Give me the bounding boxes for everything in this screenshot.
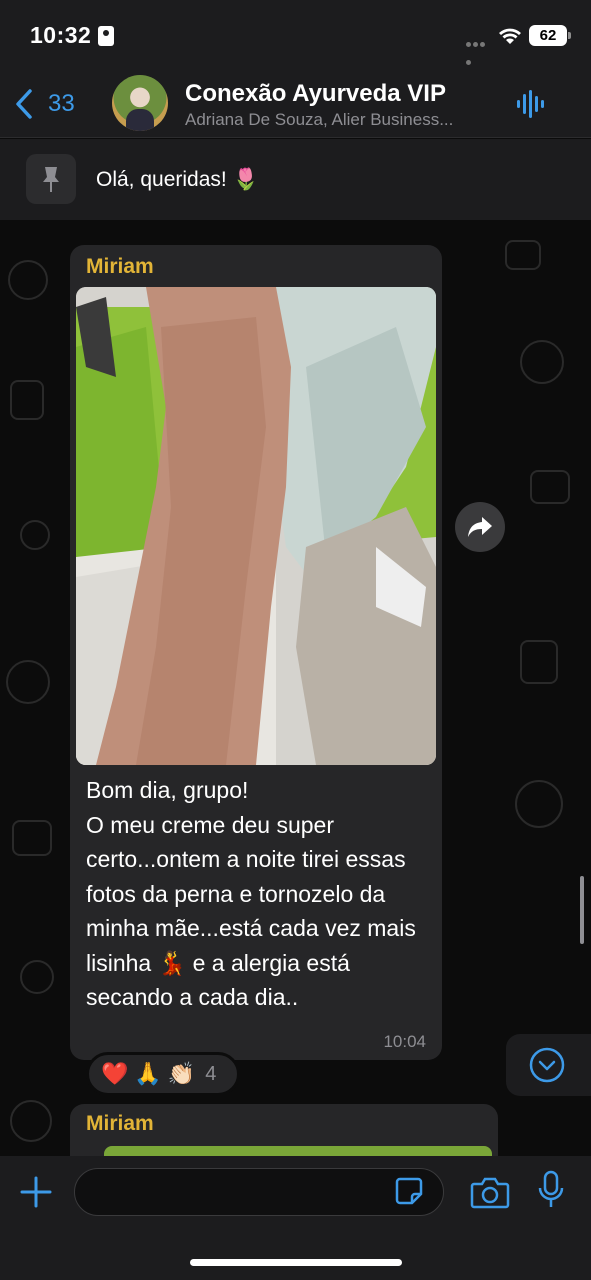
- chat-participants[interactable]: Adriana De Souza, Alier Business...: [185, 110, 497, 130]
- scroll-indicator[interactable]: [580, 876, 584, 944]
- microphone-icon[interactable]: [536, 1170, 566, 1210]
- forward-button[interactable]: [455, 502, 505, 552]
- plus-icon[interactable]: [18, 1174, 54, 1210]
- status-time: 10:32: [30, 22, 92, 48]
- chevron-left-icon[interactable]: [14, 88, 34, 120]
- home-indicator[interactable]: [190, 1259, 402, 1266]
- pin-button[interactable]: [26, 154, 76, 204]
- message-sender-next[interactable]: Miriam: [86, 1112, 154, 1136]
- pin-icon: [43, 167, 59, 192]
- pinned-message-bar[interactable]: Olá, queridas! 🌷: [0, 139, 591, 220]
- sticker-icon[interactable]: [394, 1176, 424, 1206]
- voice-chat-icon[interactable]: [515, 88, 547, 120]
- battery-indicator: 62: [529, 25, 571, 46]
- chevron-down-circle-icon: [529, 1047, 565, 1083]
- group-avatar[interactable]: [112, 75, 168, 131]
- reaction-pray: 🙏: [134, 1061, 162, 1087]
- whatsapp-chat-screen: 10:32 62 33 Conexão Ayurveda VIP Adriana…: [0, 0, 591, 1280]
- message-text: Bom dia, grupo! O meu creme deu super ce…: [86, 777, 416, 1010]
- composer-bar: [0, 1156, 591, 1280]
- unread-chats-count[interactable]: 33: [48, 90, 75, 118]
- message-reactions[interactable]: ❤️ 🙏 👏🏻 4: [86, 1052, 240, 1096]
- message-input[interactable]: [74, 1168, 444, 1216]
- forward-arrow-icon: [468, 517, 492, 537]
- message-sender[interactable]: Miriam: [86, 255, 154, 279]
- reaction-clap: 👏🏻: [167, 1061, 196, 1087]
- reaction-heart: ❤️: [101, 1061, 129, 1087]
- leg-photo-image: [76, 287, 436, 765]
- wifi-icon: [499, 28, 521, 44]
- chat-title[interactable]: Conexão Ayurveda VIP: [185, 80, 446, 108]
- chat-header: 33 Conexão Ayurveda VIP Adriana De Souza…: [0, 72, 591, 138]
- scroll-to-bottom-button[interactable]: [506, 1034, 591, 1096]
- signal-icon: [466, 34, 492, 65]
- message-photo[interactable]: [76, 287, 436, 765]
- message-time: 10:04: [383, 1032, 426, 1051]
- pinned-message-text: Olá, queridas! 🌷: [96, 168, 259, 191]
- contact-card-icon: [98, 26, 114, 46]
- message-bubble[interactable]: Miriam Bom dia, grupo! O meu creme deu s…: [70, 245, 442, 1060]
- camera-icon[interactable]: [470, 1174, 510, 1210]
- reaction-count: 4: [205, 1062, 217, 1085]
- status-bar: 10:32 62: [0, 0, 591, 72]
